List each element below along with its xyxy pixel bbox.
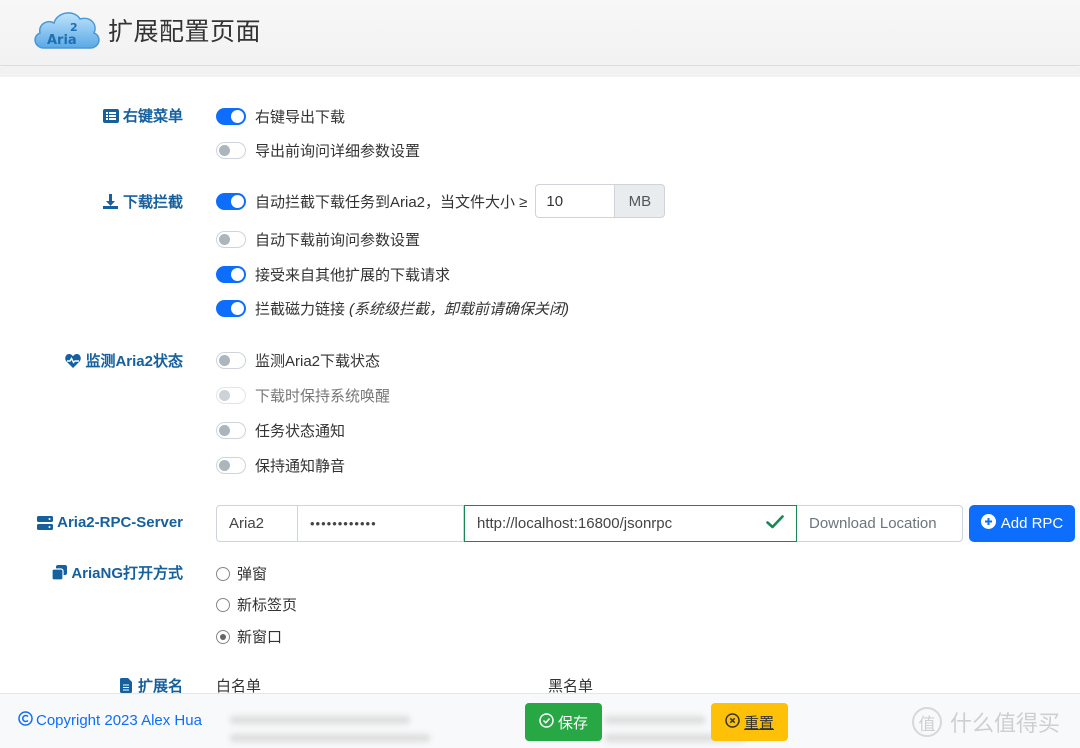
copyright-icon — [18, 711, 33, 730]
radio-button[interactable] — [216, 597, 230, 612]
svg-text:Aria: Aria — [47, 33, 77, 48]
rpc-secret-input[interactable]: •••••••••••• — [298, 505, 464, 542]
toggle-switch[interactable] — [216, 351, 246, 369]
aria2-logo: Aria 2 — [34, 12, 100, 49]
rpc-name-input[interactable]: Aria2 — [216, 505, 298, 542]
option-monitor-download[interactable]: 监测Aria2下载状态 — [216, 349, 380, 371]
option-task-notification[interactable]: 任务状态通知 — [216, 419, 345, 441]
toggle-switch — [216, 386, 246, 404]
blurred-list-text — [230, 716, 410, 724]
list-icon — [102, 108, 119, 124]
header-divider — [0, 67, 1080, 77]
page-header: Aria 2 扩展配置页面 — [0, 0, 1080, 66]
file-size-input[interactable]: 10 — [535, 184, 616, 218]
save-button[interactable]: 保存 — [525, 703, 602, 741]
check-icon — [766, 514, 784, 533]
watermark: 值 什么值得买 — [912, 706, 1060, 738]
option-accept-other-extensions[interactable]: 接受来自其他扩展的下载请求 — [216, 263, 450, 285]
download-location-input[interactable]: Download Location — [797, 505, 963, 542]
server-icon — [37, 515, 54, 531]
option-mute-notification[interactable]: 保持通知静音 — [216, 454, 345, 476]
toggle-switch[interactable] — [216, 456, 246, 474]
footer-bar: Copyright 2023 Alex Hua 保存 重置 值 什么值得买 — [0, 693, 1080, 748]
toggle-switch[interactable] — [216, 192, 246, 210]
section-label-download-intercept: 下载拦截 — [103, 191, 183, 212]
toggle-switch[interactable] — [216, 107, 246, 125]
file-size-unit: MB — [615, 184, 666, 218]
heartbeat-icon — [65, 353, 82, 369]
toggle-switch[interactable] — [216, 141, 246, 159]
radio-new-tab[interactable]: 新标签页 — [216, 594, 297, 615]
blurred-list-text — [230, 734, 430, 742]
toggle-switch[interactable] — [216, 265, 246, 283]
option-ask-before-download[interactable]: 自动下载前询问参数设置 — [216, 228, 420, 250]
option-ask-before-export[interactable]: 导出前询问详细参数设置 — [216, 139, 420, 161]
rpc-url-value: http://localhost:16800/jsonrpc — [477, 515, 673, 532]
section-label-ariang-open: AriaNG打开方式 — [51, 562, 183, 583]
toggle-switch[interactable] — [216, 299, 246, 317]
page-title: 扩展配置页面 — [108, 18, 262, 46]
add-rpc-button[interactable]: Add RPC — [969, 505, 1075, 542]
radio-popup[interactable]: 弹窗 — [216, 563, 267, 584]
watermark-logo: 值 — [912, 707, 942, 737]
file-icon — [118, 678, 134, 694]
section-label-monitor: 监测Aria2状态 — [65, 350, 183, 371]
plus-circle-icon — [980, 514, 996, 533]
check-circle-icon — [539, 712, 554, 732]
radio-button[interactable] — [216, 629, 230, 644]
toggle-switch[interactable] — [216, 230, 246, 248]
blurred-list-text — [605, 716, 705, 724]
option-keep-awake: 下载时保持系统唤醒 — [216, 384, 390, 406]
x-circle-icon — [725, 712, 740, 732]
magnet-note: (系统级拦截，卸载前请确保关闭) — [349, 300, 570, 318]
radio-button[interactable] — [216, 566, 230, 581]
option-auto-intercept[interactable]: 自动拦截下载任务到Aria2，当文件大小 ≥ 10 MB — [216, 184, 666, 218]
file-size-threshold: 10 MB — [535, 184, 666, 218]
window-icon — [51, 565, 67, 581]
radio-new-window[interactable]: 新窗口 — [216, 626, 282, 647]
section-label-context-menu: 右键菜单 — [102, 105, 183, 126]
svg-text:2: 2 — [70, 21, 78, 34]
watermark-text: 什么值得买 — [950, 711, 1061, 736]
toggle-switch[interactable] — [216, 421, 246, 439]
option-context-menu-export[interactable]: 右键导出下载 — [216, 105, 345, 127]
rpc-server-group: Aria2 •••••••••••• http://localhost:1680… — [216, 505, 963, 542]
copyright-link[interactable]: Copyright 2023 Alex Hua — [18, 711, 202, 730]
section-label-rpc-server: Aria2-RPC-Server — [37, 514, 183, 531]
download-icon — [103, 194, 119, 210]
rpc-url-input[interactable]: http://localhost:16800/jsonrpc — [464, 505, 797, 542]
reset-button[interactable]: 重置 — [711, 703, 788, 741]
option-intercept-magnet[interactable]: 拦截磁力链接 (系统级拦截，卸载前请确保关闭) — [216, 297, 569, 319]
